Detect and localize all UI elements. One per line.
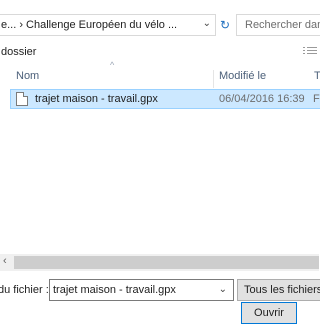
new-folder-button[interactable]: dossier — [1, 46, 36, 58]
scroll-left-icon[interactable]: ‹ — [3, 255, 7, 267]
address-bar[interactable]: e... › Challenge Européen du vélo ... ⌄ — [0, 14, 216, 36]
refresh-icon[interactable]: ↻ — [216, 14, 234, 36]
filetype-value: Tous les fichiers — [244, 284, 320, 296]
view-options-icon[interactable] — [303, 46, 317, 56]
chevron-down-icon[interactable]: ⌄ — [203, 18, 211, 29]
filename-value: trajet maison - travail.gpx — [53, 284, 176, 296]
address-path[interactable]: e... › Challenge Européen du vélo ... — [0, 19, 191, 31]
toolbar: dossier — [0, 40, 319, 62]
search-placeholder: Rechercher dans : C — [245, 19, 320, 31]
filename-label: du fichier : — [0, 284, 49, 296]
file-name: trajet maison - travail.gpx — [35, 93, 158, 105]
filetype-select[interactable]: Tous les fichiers — [237, 279, 320, 301]
column-header-type[interactable]: T — [314, 70, 320, 88]
scrollbar-thumb[interactable] — [14, 256, 319, 269]
file-modified: 06/04/2016 16:39 — [219, 93, 305, 105]
filename-input[interactable]: trajet maison - travail.gpx ⌄ — [49, 279, 234, 301]
open-button[interactable]: Ouvrir — [241, 302, 297, 324]
search-input[interactable]: Rechercher dans : C — [236, 14, 320, 36]
horizontal-scrollbar[interactable]: ‹ — [0, 254, 319, 271]
file-row[interactable]: trajet maison - travail.gpx 06/04/2016 1… — [10, 89, 320, 109]
column-header-modified[interactable]: Modifié le — [219, 70, 266, 88]
chevron-down-icon[interactable]: ⌄ — [219, 284, 227, 295]
column-header-name[interactable]: Nom — [16, 70, 39, 88]
file-type: F — [313, 93, 320, 105]
document-icon — [16, 92, 28, 106]
column-divider[interactable] — [213, 70, 214, 88]
sort-ascending-icon: ^ — [110, 60, 115, 70]
